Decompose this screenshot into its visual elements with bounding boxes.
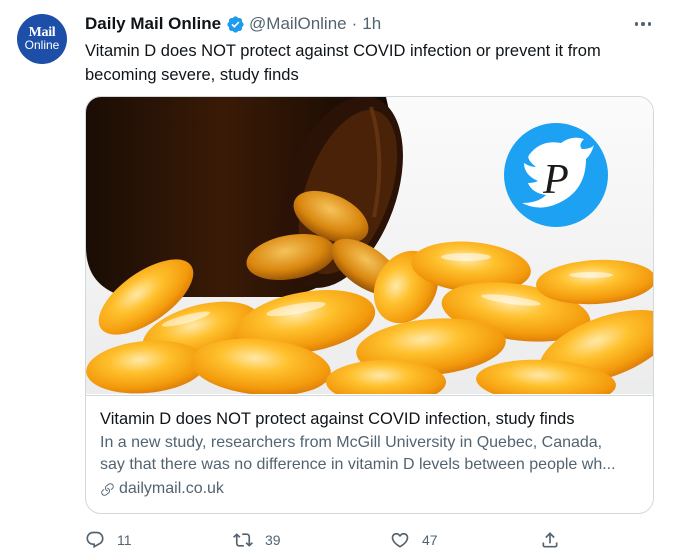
card-description-line-2: say that there was no difference in vita… <box>100 456 616 473</box>
link-card[interactable]: P Vitamin D does NOT protect against COV… <box>85 96 654 514</box>
twitter-bird-icon: P <box>504 123 608 227</box>
card-description-line-1: In a new study, researchers from McGill … <box>100 434 603 451</box>
handle[interactable]: @MailOnline <box>249 14 347 34</box>
share-icon <box>542 532 558 548</box>
reply-count: 11 <box>117 532 132 548</box>
tweet-text: Vitamin D does NOT protect against COVID… <box>85 42 601 84</box>
like-button[interactable]: 47 <box>390 527 438 553</box>
like-count: 47 <box>422 532 438 548</box>
display-name[interactable]: Daily Mail Online <box>85 14 221 34</box>
card-domain[interactable]: dailymail.co.uk <box>100 478 639 500</box>
retweet-button[interactable]: 39 <box>233 527 281 553</box>
retweet-count: 39 <box>265 532 281 548</box>
more-icon[interactable] <box>633 14 653 34</box>
avatar[interactable]: Mail Online <box>17 14 67 64</box>
card-domain-text: dailymail.co.uk <box>119 480 224 497</box>
avatar-line-2: Online <box>24 38 60 52</box>
reply-button[interactable]: 11 <box>85 527 132 553</box>
retweet-icon <box>233 533 253 547</box>
tweet-header: Daily Mail Online @MailOnline · 1h <box>85 13 381 35</box>
share-button[interactable] <box>540 527 560 553</box>
tweet[interactable]: Mail Online Daily Mail Online @MailOnlin… <box>0 0 683 558</box>
tweet-actions: 11 39 47 <box>85 527 565 553</box>
card-body[interactable]: Vitamin D does NOT protect against COVID… <box>86 395 653 513</box>
verified-badge-icon <box>227 15 244 33</box>
reply-icon <box>86 531 104 549</box>
link-icon <box>101 482 114 496</box>
like-icon <box>391 532 409 548</box>
separator-dot: · <box>351 14 358 33</box>
card-description: In a new study, researchers from McGill … <box>100 432 639 476</box>
timestamp[interactable]: 1h <box>362 14 381 34</box>
watermark-letter: P <box>542 157 569 203</box>
card-image[interactable]: P <box>86 97 653 394</box>
card-title: Vitamin D does NOT protect against COVID… <box>100 410 575 428</box>
